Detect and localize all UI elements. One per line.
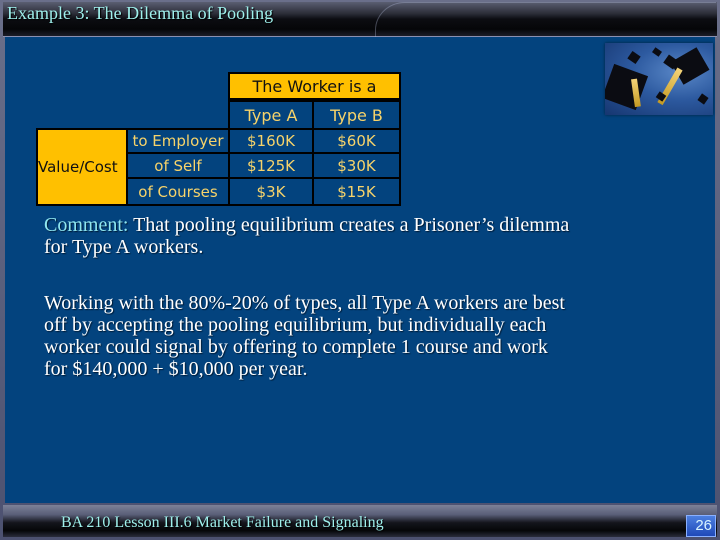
paragraph-line: off by accepting the pooling equilibrium… (44, 314, 547, 336)
comment-label: Comment: (44, 214, 129, 236)
table-row-group: Value/Cost (36, 128, 128, 206)
comment-line: for Type A workers. (44, 236, 204, 258)
page-number: 26 (686, 515, 716, 537)
graduation-cap-icon (697, 93, 709, 105)
comment-text: Comment: That pooling equilibrium create… (44, 214, 694, 258)
table-header-group: The Worker is a (228, 72, 401, 100)
graduation-cap-icon (652, 47, 662, 57)
slide: Example 3: The Dilemma of Pooling The Wo… (0, 0, 720, 540)
slide-title: Example 3: The Dilemma of Pooling (7, 3, 274, 23)
graduation-cap-icon (627, 50, 641, 65)
paragraph-line: for $140,000 + $10,000 per year. (44, 358, 308, 380)
table-row-label: to Employer (126, 128, 230, 154)
table-cell: $3K (228, 177, 314, 206)
body-paragraph: Working with the 80%-20% of types, all T… (44, 292, 694, 380)
paragraph-line: Working with the 80%-20% of types, all T… (44, 292, 565, 314)
table-cell: $30K (312, 152, 401, 179)
comment-line: Comment: That pooling equilibrium create… (44, 214, 694, 236)
graduation-cap-icon (605, 63, 649, 111)
table-cell: $125K (228, 152, 314, 179)
table-column-header: Type B (312, 100, 401, 130)
paragraph-line: worker could signal by offering to compl… (44, 336, 548, 358)
table-row-label: of Self (126, 152, 230, 179)
comment-line-text: That pooling equilibrium creates a Priso… (128, 214, 570, 236)
footer-text: BA 210 Lesson III.6 Market Failure and S… (61, 514, 384, 531)
table-cell: $60K (312, 128, 401, 154)
table-cell: $160K (228, 128, 314, 154)
table-cell: $15K (312, 177, 401, 206)
table-column-header: Type A (228, 100, 314, 130)
table-row-label: of Courses (126, 177, 230, 206)
title-bar-swoosh-decoration (375, 2, 716, 37)
graduation-caps-photo (605, 43, 713, 115)
